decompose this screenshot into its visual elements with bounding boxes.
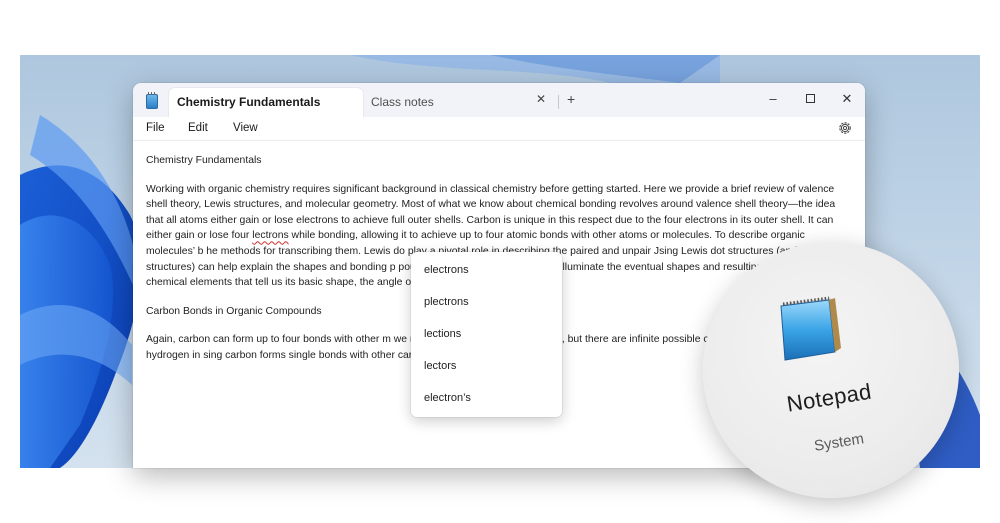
tab-label: Class notes (371, 95, 434, 109)
menu-bar: File Edit View (133, 117, 865, 141)
maximize-button[interactable] (795, 89, 825, 111)
tab-label: Chemistry Fundamentals (177, 95, 321, 109)
tab-class-notes[interactable]: Class notes (363, 88, 553, 117)
suggestion-item[interactable]: lectors (424, 360, 456, 372)
notepad-app-icon (146, 92, 158, 109)
document-title-line: Chemistry Fundamentals (146, 155, 262, 166)
suggestion-item[interactable]: plectrons (424, 296, 469, 308)
suggestion-item[interactable]: lections (424, 328, 461, 340)
minimize-button[interactable]: – (758, 89, 788, 111)
suggestion-item[interactable]: electrons (424, 264, 469, 276)
gear-icon[interactable] (837, 120, 853, 136)
misspelled-word[interactable]: lectrons (252, 230, 288, 241)
app-name-label: Notepad (785, 378, 874, 417)
tab-divider (558, 95, 559, 109)
menu-file[interactable]: File (146, 122, 165, 134)
maximize-icon (805, 93, 815, 103)
close-tab-icon[interactable]: ✕ (536, 93, 546, 105)
zoom-callout: Notepad System (703, 242, 959, 498)
tab-chemistry-fundamentals[interactable]: Chemistry Fundamentals (169, 88, 363, 117)
app-type-label: System (813, 430, 866, 455)
new-tab-button[interactable]: + (567, 91, 575, 107)
menu-view[interactable]: View (233, 122, 258, 134)
title-bar: Chemistry Fundamentals Class notes ✕ + –… (133, 83, 865, 117)
spelling-suggestions-menu: electrons plectrons lections lectors ele… (411, 252, 562, 417)
suggestion-item[interactable]: electron’s (424, 392, 471, 404)
menu-edit[interactable]: Edit (188, 122, 208, 134)
close-window-button[interactable]: ✕ (832, 89, 862, 111)
notepad-logo-icon (780, 296, 841, 361)
